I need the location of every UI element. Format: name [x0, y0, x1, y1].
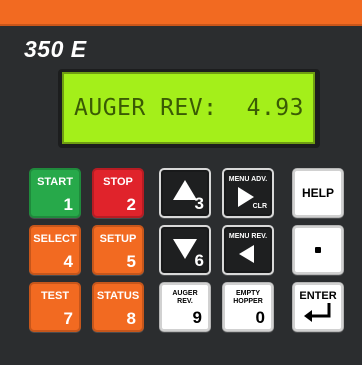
test-key[interactable]: TEST 7: [29, 282, 81, 332]
help-key[interactable]: HELP: [292, 168, 344, 218]
start-key-number: 1: [63, 195, 73, 214]
empty-hopper-label-line2: HOPPER: [233, 298, 263, 305]
setup-key-label: SETUP: [99, 233, 137, 245]
status-key-label: STATUS: [96, 290, 140, 302]
down-arrow-key-number: 6: [194, 251, 204, 270]
test-key-number: 7: [63, 309, 73, 328]
model-label: 350 E: [24, 36, 87, 62]
empty-hopper-key-number: 0: [255, 308, 265, 327]
stop-key[interactable]: STOP 2: [92, 168, 144, 218]
stop-key-number: 2: [126, 195, 136, 214]
top-stripe: [0, 0, 362, 26]
display-label: AUGER REV:: [74, 95, 218, 121]
help-key-label: HELP: [301, 186, 334, 200]
auger-rev-label-line2: REV.: [177, 298, 193, 305]
up-arrow-key-number: 3: [194, 194, 204, 213]
up-arrow-key[interactable]: 3: [159, 168, 211, 218]
empty-hopper-key[interactable]: EMPTY HOPPER 0: [222, 282, 274, 332]
enter-key[interactable]: ENTER: [292, 282, 344, 332]
controller-panel: 350 E AUGER REV: 4.93 START 1 STOP 2 3 M…: [0, 0, 362, 365]
empty-hopper-label-line1: EMPTY: [235, 290, 261, 297]
enter-arrow-icon: [304, 303, 331, 322]
display-value: 4.93: [246, 95, 304, 121]
play-left-icon: [239, 245, 254, 263]
stop-key-label: STOP: [103, 176, 133, 188]
menu-advance-key[interactable]: MENU ADV. CLR: [222, 168, 274, 218]
decimal-point-key[interactable]: [292, 225, 344, 275]
lcd-display: AUGER REV: 4.93: [62, 72, 315, 144]
status-key-number: 8: [126, 309, 136, 328]
clear-label: CLR: [252, 203, 267, 210]
status-key[interactable]: STATUS 8: [92, 282, 144, 332]
setup-key[interactable]: SETUP 5: [92, 225, 144, 275]
select-key[interactable]: SELECT 4: [29, 225, 81, 275]
test-key-label: TEST: [40, 290, 70, 302]
start-key[interactable]: START 1: [29, 168, 81, 218]
down-arrow-key[interactable]: 6: [159, 225, 211, 275]
start-key-label: START: [37, 176, 73, 188]
select-key-label: SELECT: [33, 233, 77, 245]
auger-rev-key[interactable]: AUGER REV. 9: [159, 282, 211, 332]
auger-rev-key-number: 9: [192, 308, 202, 327]
setup-key-number: 5: [126, 252, 136, 271]
menu-reverse-key[interactable]: MENU REV.: [222, 225, 274, 275]
auger-rev-label-line1: AUGER: [172, 290, 198, 297]
select-key-number: 4: [63, 252, 73, 271]
dot-icon: [315, 247, 321, 253]
